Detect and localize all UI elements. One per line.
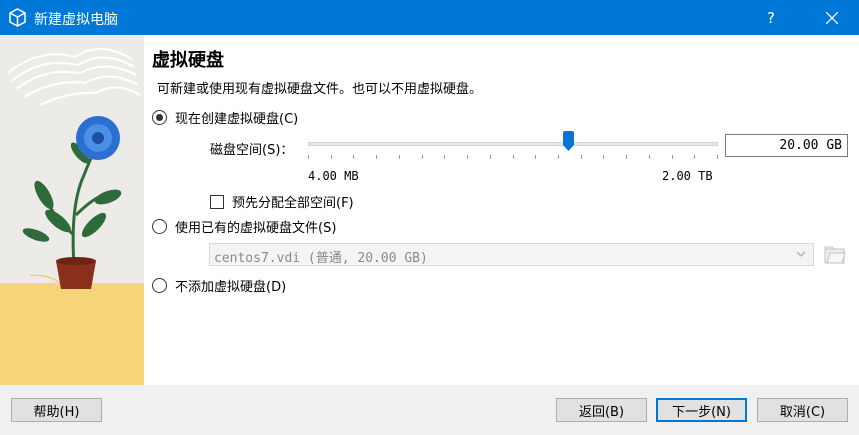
cancel-button[interactable]: 取消(C) [757,398,848,422]
radio-create-now-label: 现在创建虚拟硬盘(C) [175,112,299,127]
preallocate-checkbox-box[interactable] [210,194,224,209]
slider-tick [376,155,377,159]
slider-thumb[interactable] [563,131,574,151]
page-subtitle: 可新建或使用现有虚拟硬盘文件。也可以不用虚拟硬盘。 [157,82,483,97]
disk-size-input[interactable]: 20.00 GB [725,134,848,157]
radio-use-existing-label: 使用已有的虚拟硬盘文件(S) [175,221,337,236]
window-title: 新建虚拟电脑 [34,12,118,28]
close-button[interactable] [813,0,851,35]
slider-tick [331,155,332,159]
wizard-illustration [0,35,144,385]
slider-tick [694,155,695,159]
close-icon [826,11,838,24]
slider-tick [535,155,536,159]
slider-tick [490,155,491,159]
slider-tick [672,155,673,159]
slider-tick [649,155,650,159]
slider-track [308,142,718,146]
existing-disk-combo[interactable]: centos7.vdi (普通, 20.00 GB) [209,243,814,266]
back-button[interactable]: 返回(B) [556,398,647,422]
preallocate-label: 预先分配全部空间(F) [232,196,354,211]
chevron-down-icon [796,251,806,257]
radio-no-disk-label: 不添加虚拟硬盘(D) [175,280,287,295]
slider-tick [603,155,604,159]
radio-no-disk[interactable]: 不添加虚拟硬盘(D) [152,276,286,295]
disk-size-label: 磁盘空间(S)： [210,143,294,158]
next-button[interactable]: 下一步(N) [656,398,747,422]
wizard-content: 虚拟硬盘 可新建或使用现有虚拟硬盘文件。也可以不用虚拟硬盘。 现在创建虚拟硬盘(… [0,35,859,385]
preallocate-checkbox[interactable]: 预先分配全部空间(F) [210,192,354,211]
disk-size-slider[interactable] [308,131,718,161]
slider-tick [581,155,582,159]
slider-tick [717,155,718,159]
help-button[interactable]: 帮助(H) [11,398,102,422]
slider-tick [308,155,309,159]
title-bar: 新建虚拟电脑 ? [0,0,859,35]
slider-tick [444,155,445,159]
virtualbox-cube-icon [9,8,26,27]
existing-disk-value: centos7.vdi (普通, 20.00 GB) [214,251,428,266]
help-title-label: ? [767,8,775,27]
slider-tick [422,155,423,159]
radio-use-existing-indicator[interactable] [152,219,167,234]
page-heading: 虚拟硬盘 [152,50,224,71]
radio-use-existing[interactable]: 使用已有的虚拟硬盘文件(S) [152,217,336,236]
dialog-footer: 帮助(H) 返回(B) 下一步(N) 取消(C) [0,385,859,435]
radio-create-now[interactable]: 现在创建虚拟硬盘(C) [152,108,298,127]
help-title-button[interactable]: ? [752,0,790,35]
slider-tick [558,155,559,159]
slider-tick [626,155,627,159]
slider-max-label: 2.00 TB [662,169,713,183]
slider-min-label: 4.00 MB [308,169,359,183]
radio-create-now-indicator[interactable] [152,110,167,125]
slider-tick [353,155,354,159]
folder-open-icon[interactable] [822,243,847,267]
radio-no-disk-indicator[interactable] [152,278,167,293]
slider-tick [513,155,514,159]
slider-tick [399,155,400,159]
slider-tick [467,155,468,159]
